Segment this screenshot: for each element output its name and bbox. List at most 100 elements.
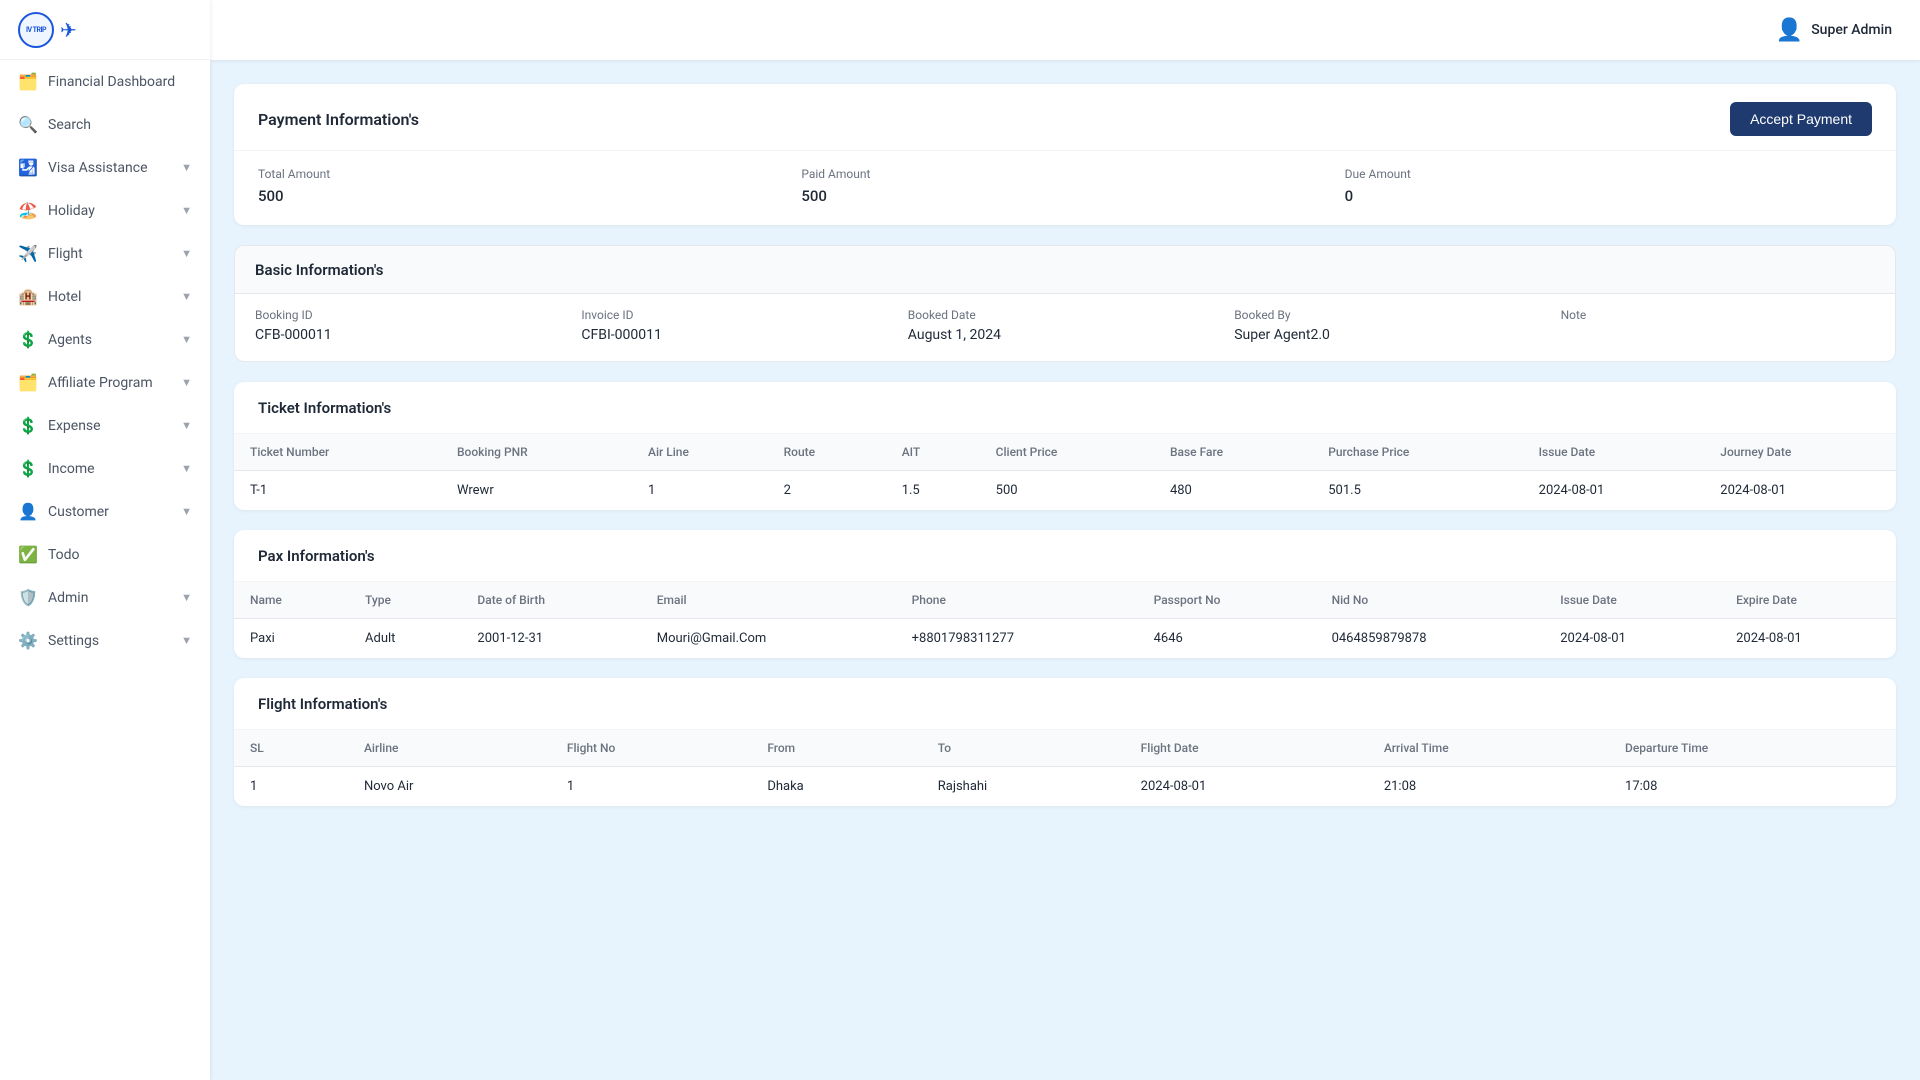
pax-cell: +8801798311277	[896, 619, 1138, 659]
agents-icon: 💲	[18, 330, 38, 349]
pax-cell: 2024-08-01	[1720, 619, 1896, 659]
ticket-col-booking-pnr: Booking PNR	[441, 434, 632, 471]
booking-id-cell: Booking ID CFB-000011	[255, 308, 569, 343]
logo-icon: IV TRIP	[18, 12, 54, 48]
ticket-cell: 2024-08-01	[1523, 471, 1705, 511]
ticket-col-base-fare: Base Fare	[1154, 434, 1312, 471]
sidebar-item-customer[interactable]: 👤 Customer ▼	[0, 490, 210, 533]
chevron-icon-admin: ▼	[181, 591, 192, 604]
sidebar-label-customer: Customer	[48, 504, 109, 520]
chevron-icon-agents: ▼	[181, 333, 192, 346]
due-amount-value: 0	[1345, 187, 1872, 205]
flight-cell: 1	[234, 767, 348, 807]
payment-info-card: Payment Information's Accept Payment Tot…	[234, 84, 1896, 225]
expense-icon: 💲	[18, 416, 38, 435]
sidebar-item-agents[interactable]: 💲 Agents ▼	[0, 318, 210, 361]
flight-col-departure-time: Departure Time	[1609, 730, 1896, 767]
ticket-cell: Wrewr	[441, 471, 632, 511]
ticket-col-ait: AIT	[886, 434, 980, 471]
chevron-icon-income: ▼	[181, 462, 192, 475]
pax-col-email: Email	[641, 582, 896, 619]
accept-payment-button[interactable]: Accept Payment	[1730, 102, 1872, 136]
ticket-col-route: Route	[768, 434, 886, 471]
sidebar-item-expense[interactable]: 💲 Expense ▼	[0, 404, 210, 447]
holiday-icon: 🏖️	[18, 201, 38, 220]
ticket-cell: 500	[980, 471, 1154, 511]
sidebar: IV TRIP ✈ 🗂️ Financial Dashboard 🔍 Searc…	[0, 0, 210, 1080]
flight-info-card: Flight Information's SLAirlineFlight NoF…	[234, 678, 1896, 806]
sidebar-label-affiliate-program: Affiliate Program	[48, 375, 153, 391]
ticket-col-client-price: Client Price	[980, 434, 1154, 471]
search-icon: 🔍	[18, 115, 38, 134]
basic-info-card: Basic Information's Booking ID CFB-00001…	[234, 245, 1896, 362]
settings-icon: ⚙️	[18, 631, 38, 650]
sidebar-label-todo: Todo	[48, 547, 80, 563]
ticket-cell: 1.5	[886, 471, 980, 511]
admin-icon: 🛡️	[18, 588, 38, 607]
sidebar-item-financial-dashboard[interactable]: 🗂️ Financial Dashboard	[0, 60, 210, 103]
pax-cell: Adult	[349, 619, 461, 659]
sidebar-item-settings[interactable]: ⚙️ Settings ▼	[0, 619, 210, 662]
ticket-info-title: Ticket Information's	[258, 399, 391, 417]
sidebar-item-visa-assistance[interactable]: 🛂 Visa Assistance ▼	[0, 146, 210, 189]
ticket-table-body: T-1Wrewr121.5500480501.52024-08-012024-0…	[234, 471, 1896, 511]
ticket-col-ticket-number: Ticket Number	[234, 434, 441, 471]
sidebar-label-admin: Admin	[48, 590, 88, 606]
total-amount-value: 500	[258, 187, 785, 205]
pax-row: PaxiAdult2001-12-31Mouri@Gmail.Com+88017…	[234, 619, 1896, 659]
sidebar-item-flight[interactable]: ✈️ Flight ▼	[0, 232, 210, 275]
sidebar-item-todo[interactable]: ✅ Todo	[0, 533, 210, 576]
chevron-icon-visa-assistance: ▼	[181, 161, 192, 174]
pax-table-body: PaxiAdult2001-12-31Mouri@Gmail.Com+88017…	[234, 619, 1896, 659]
total-amount-label: Total Amount	[258, 167, 785, 181]
pax-col-date-of-birth: Date of Birth	[461, 582, 640, 619]
topbar: 👤 Super Admin	[210, 0, 1920, 60]
pax-cell: Paxi	[234, 619, 349, 659]
ticket-info-header: Ticket Information's	[234, 382, 1896, 434]
pax-info-title: Pax Information's	[258, 547, 375, 565]
hotel-icon: 🏨	[18, 287, 38, 306]
visa-assistance-icon: 🛂	[18, 158, 38, 177]
ticket-cell: 2024-08-01	[1704, 471, 1896, 511]
booked-date-label: Booked Date	[908, 308, 1222, 322]
sidebar-label-flight: Flight	[48, 246, 83, 262]
sidebar-item-income[interactable]: 💲 Income ▼	[0, 447, 210, 490]
booked-by-label: Booked By	[1234, 308, 1548, 322]
todo-icon: ✅	[18, 545, 38, 564]
sidebar-item-holiday[interactable]: 🏖️ Holiday ▼	[0, 189, 210, 232]
pax-col-issue-date: Issue Date	[1544, 582, 1720, 619]
sidebar-item-admin[interactable]: 🛡️ Admin ▼	[0, 576, 210, 619]
pax-table: NameTypeDate of BirthEmailPhonePassport …	[234, 582, 1896, 658]
flight-col-from: From	[751, 730, 921, 767]
pax-cell: 2024-08-01	[1544, 619, 1720, 659]
ticket-cell: T-1	[234, 471, 441, 511]
flight-cell: 2024-08-01	[1125, 767, 1368, 807]
total-amount-cell: Total Amount 500	[258, 167, 785, 205]
ticket-cell: 1	[632, 471, 768, 511]
pax-col-phone: Phone	[896, 582, 1138, 619]
note-label: Note	[1561, 308, 1875, 322]
flight-cell: 17:08	[1609, 767, 1896, 807]
sidebar-label-settings: Settings	[48, 633, 99, 649]
ticket-col-purchase-price: Purchase Price	[1312, 434, 1522, 471]
booked-date-value: August 1, 2024	[908, 327, 1222, 343]
sidebar-item-search[interactable]: 🔍 Search	[0, 103, 210, 146]
flight-cell: Dhaka	[751, 767, 921, 807]
flight-info-header: Flight Information's	[234, 678, 1896, 730]
logo-text: IV TRIP	[26, 26, 46, 34]
customer-icon: 👤	[18, 502, 38, 521]
flight-cell: 21:08	[1368, 767, 1609, 807]
sidebar-item-hotel[interactable]: 🏨 Hotel ▼	[0, 275, 210, 318]
paid-amount-cell: Paid Amount 500	[801, 167, 1328, 205]
ticket-table-header-row: Ticket NumberBooking PNRAir LineRouteAIT…	[234, 434, 1896, 471]
sidebar-item-affiliate-program[interactable]: 🗂️ Affiliate Program ▼	[0, 361, 210, 404]
chevron-icon-flight: ▼	[181, 247, 192, 260]
chevron-icon-affiliate-program: ▼	[181, 376, 192, 389]
pax-cell: 4646	[1138, 619, 1316, 659]
payment-info-header: Payment Information's Accept Payment	[234, 84, 1896, 151]
invoice-id-value: CFBI-000011	[581, 327, 895, 343]
chevron-icon-settings: ▼	[181, 634, 192, 647]
financial-dashboard-icon: 🗂️	[18, 72, 38, 91]
flight-cell: Novo Air	[348, 767, 551, 807]
flight-info-title: Flight Information's	[258, 695, 387, 713]
